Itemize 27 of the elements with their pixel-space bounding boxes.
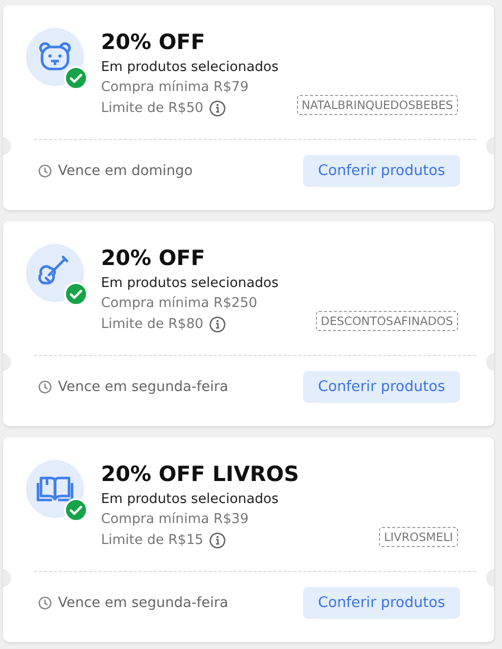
info-icon[interactable] <box>209 100 226 117</box>
view-products-button[interactable]: Conferir produtos <box>303 155 460 187</box>
discount-limit: Limite de R$15 <box>101 531 204 550</box>
minimum-purchase: Compra mínima R$39 <box>101 510 250 529</box>
discount-subtitle: Em produtos selecionados <box>101 274 280 293</box>
clock-icon <box>38 380 52 394</box>
discount-limit: Limite de R$80 <box>101 315 204 334</box>
info-icon[interactable] <box>209 316 226 333</box>
discount-title: 20% OFF LIVROS <box>101 461 300 488</box>
coupon-code: NATALBRINQUEDOSBEBES <box>296 94 458 114</box>
discount-subtitle: Em produtos selecionados <box>101 490 280 509</box>
view-products-button[interactable]: Conferir produtos <box>303 371 460 403</box>
coupon-code: DESCONTOSAFINADOS <box>316 310 458 330</box>
view-products-button[interactable]: Conferir produtos <box>303 587 460 619</box>
discount-title: 20% OFF <box>101 245 206 272</box>
discount-title: 20% OFF <box>101 29 206 56</box>
discount-subtitle: Em produtos selecionados <box>101 58 280 77</box>
clock-icon <box>38 596 52 610</box>
expiry-date: Vence em segunda-feira <box>58 379 228 395</box>
expiry-date: Vence em segunda-feira <box>58 595 228 611</box>
minimum-purchase: Compra mínima R$250 <box>101 294 258 313</box>
expiry-date: Vence em domingo <box>58 163 193 179</box>
discount-limit: Limite de R$50 <box>101 99 204 118</box>
minimum-purchase: Compra mínima R$79 <box>101 78 250 97</box>
coupon-code: LIVROSMELI <box>379 526 458 546</box>
info-icon[interactable] <box>209 532 226 549</box>
clock-icon <box>38 164 52 178</box>
